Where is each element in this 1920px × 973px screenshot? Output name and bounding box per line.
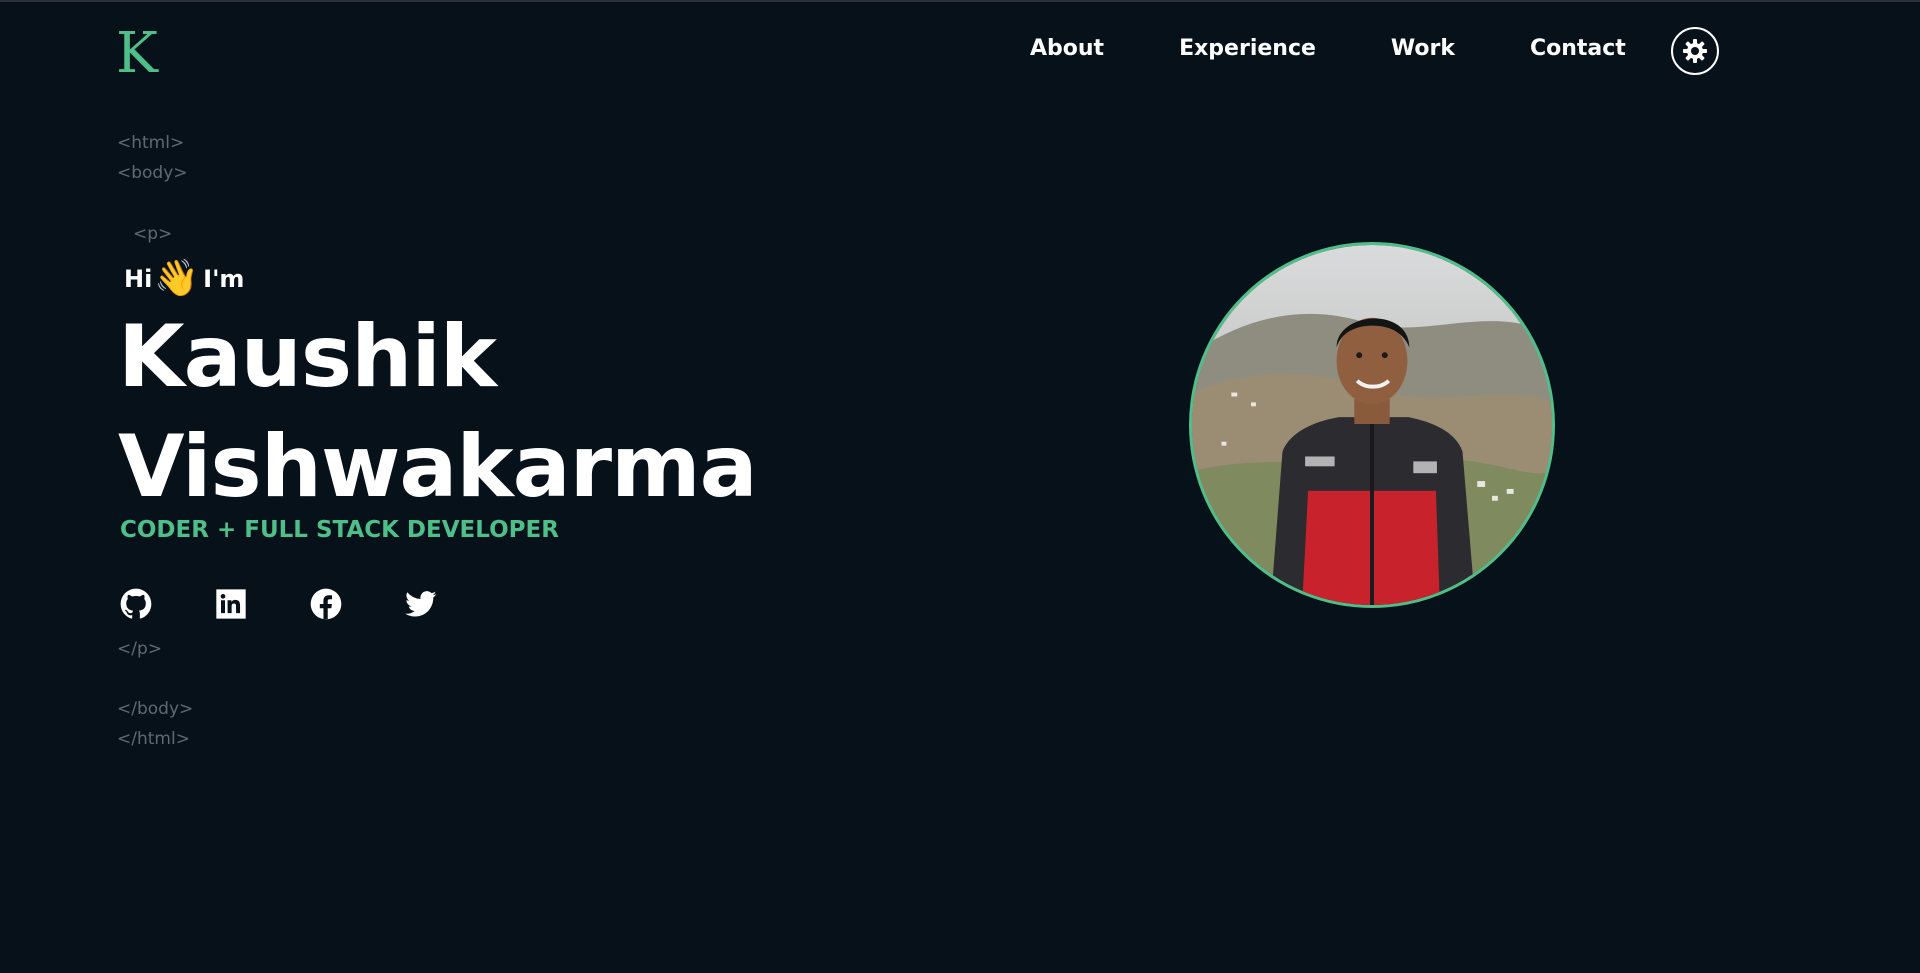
hero-role: CODER + FULL STACK DEVELOPER	[120, 517, 559, 543]
nav-experience[interactable]: Experience	[1179, 32, 1316, 66]
nav-contact[interactable]: Contact	[1530, 32, 1626, 66]
twitter-icon[interactable]	[405, 588, 437, 620]
tag-body-close: </body>	[117, 699, 194, 719]
tag-p-close: </p>	[117, 639, 163, 659]
tag-body-open: <body>	[117, 163, 188, 183]
gear-sun-icon	[1683, 39, 1707, 63]
facebook-icon[interactable]	[310, 588, 342, 620]
tag-p-open: <p>	[133, 224, 173, 244]
hero-first-name: Kaushik	[118, 307, 497, 407]
hero-name: Kaushik Vishwakarma	[118, 302, 758, 522]
github-icon[interactable]	[120, 588, 152, 620]
greeting: Hi 👋 I'm	[124, 258, 245, 299]
wave-icon: 👋	[154, 258, 200, 299]
profile-photo	[1189, 242, 1555, 608]
hero-last-name: Vishwakarma	[118, 417, 758, 517]
greeting-im: I'm	[203, 265, 245, 293]
main-nav: About Experience Work Contact	[1030, 32, 1626, 66]
logo-letter: K	[116, 24, 159, 80]
greeting-hi: Hi	[124, 265, 153, 293]
tag-html-close: </html>	[117, 729, 190, 749]
social-links	[120, 588, 500, 620]
page: K About Experience Work Contact <html> <…	[0, 0, 1920, 973]
nav-about[interactable]: About	[1030, 32, 1104, 66]
theme-toggle-button[interactable]	[1671, 27, 1719, 75]
logo[interactable]: K	[112, 24, 164, 80]
tag-html-open: <html>	[117, 133, 185, 153]
linkedin-icon[interactable]	[215, 588, 247, 620]
nav-work[interactable]: Work	[1391, 32, 1455, 66]
